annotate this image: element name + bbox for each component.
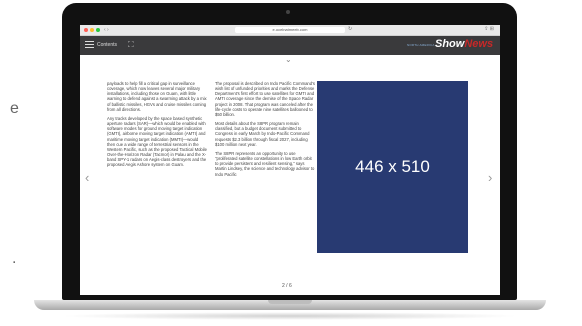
contents-button[interactable]: Contents bbox=[97, 42, 117, 48]
reload-icon[interactable]: ↻ bbox=[348, 26, 352, 32]
maximize-window-button[interactable] bbox=[96, 28, 100, 32]
webcam bbox=[286, 10, 290, 14]
brand-region-label: NORTH AMERICA bbox=[407, 43, 435, 47]
article-paragraph: Most details about the S8PR program rema… bbox=[215, 121, 310, 147]
article-paragraph: The S8PR represents an opportunity to us… bbox=[215, 150, 315, 177]
chevron-down-icon[interactable]: ⌄ bbox=[285, 55, 292, 64]
article-paragraph: payloads to help fill a critical gap in … bbox=[107, 81, 207, 112]
address-bar[interactable]: e.ocelnatmeeb.com bbox=[235, 27, 345, 33]
showNews-logo: ShowNews bbox=[435, 38, 493, 50]
reader-header: Contents ⛶ NORTH AMERICA ShowNews bbox=[80, 36, 500, 55]
ad-size-label: 446 x 510 bbox=[355, 157, 430, 176]
share-tabs-icons[interactable]: ⇪ ⊞ bbox=[484, 26, 494, 32]
article-paragraph: The proposal is described on Indo Pacifi… bbox=[215, 81, 315, 117]
partial-text-fragment: e bbox=[10, 100, 19, 117]
browser-toolbar: ‹ › e.ocelnatmeeb.com ↻ ⇪ ⊞ bbox=[80, 25, 500, 36]
partial-text-fragment: . bbox=[12, 250, 17, 267]
article-column-1: payloads to help fill a critical gap in … bbox=[107, 81, 207, 172]
previous-page-button[interactable]: ‹ bbox=[85, 170, 89, 185]
background-page-sliver: e . bbox=[0, 0, 60, 326]
minimize-window-button[interactable] bbox=[90, 28, 94, 32]
logo-text-news: News bbox=[464, 38, 494, 50]
hamburger-menu-icon[interactable] bbox=[85, 41, 94, 49]
logo-text-show: Show bbox=[435, 38, 465, 50]
fullscreen-icon[interactable]: ⛶ bbox=[128, 40, 134, 50]
laptop-shadow bbox=[60, 312, 520, 320]
close-window-button[interactable] bbox=[84, 28, 88, 32]
laptop: ‹ › e.ocelnatmeeb.com ↻ ⇪ ⊞ Contents ⛶ N… bbox=[62, 3, 517, 300]
article-column-2: The proposal is described on Indo Pacifi… bbox=[215, 81, 315, 181]
laptop-screen: ‹ › e.ocelnatmeeb.com ↻ ⇪ ⊞ Contents ⛶ N… bbox=[80, 25, 500, 295]
laptop-notch bbox=[268, 300, 312, 304]
laptop-base bbox=[34, 300, 546, 310]
page-indicator: 2 / 6 bbox=[282, 283, 292, 289]
advertisement-placeholder[interactable]: 446 x 510 bbox=[317, 81, 468, 253]
back-forward-buttons[interactable]: ‹ › bbox=[104, 27, 109, 33]
article-paragraph: Any tracks developed by the space based … bbox=[107, 115, 207, 168]
next-page-button[interactable]: › bbox=[488, 170, 492, 185]
